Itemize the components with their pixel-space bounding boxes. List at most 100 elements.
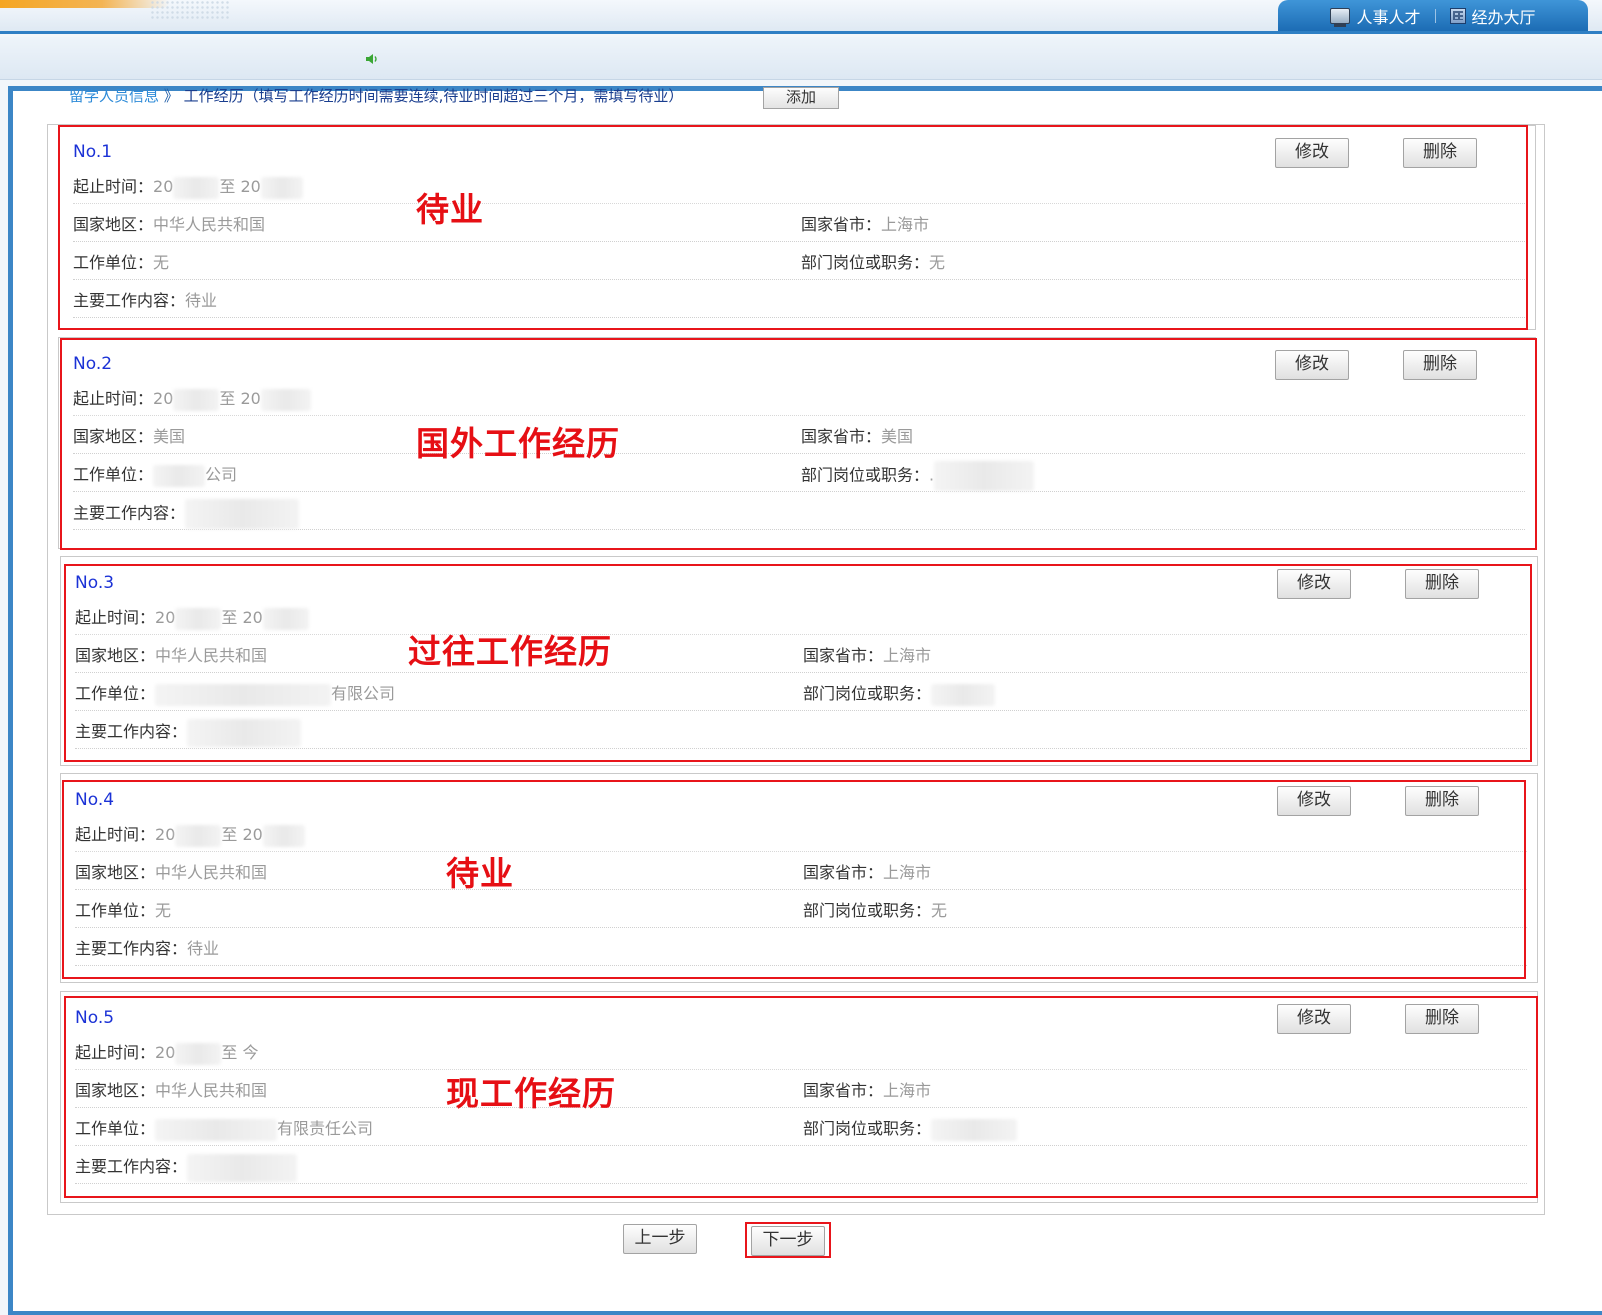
country-row: 国家地区：美国 国家省市：美国 xyxy=(73,416,1525,454)
redacted-value xyxy=(173,176,220,199)
employer-label: 工作单位： xyxy=(75,901,156,920)
employer-value: 公司 xyxy=(205,465,238,484)
edit-button[interactable]: 修改 xyxy=(1277,569,1351,599)
redacted-value xyxy=(153,464,206,487)
country-value: 中华人民共和国 xyxy=(155,1081,268,1100)
period-label: 起止时间： xyxy=(75,825,156,844)
annotation-label: 过往工作经历 xyxy=(408,632,612,671)
duties-value: 待业 xyxy=(185,291,218,310)
record-number: No.2 xyxy=(73,354,113,374)
position-label: 部门岗位或职务： xyxy=(803,684,932,703)
edit-button[interactable]: 修改 xyxy=(1277,786,1351,816)
tab-separator xyxy=(1434,8,1436,23)
delete-button[interactable]: 删除 xyxy=(1405,786,1479,816)
end-date: 20 xyxy=(242,608,263,627)
edit-button[interactable]: 修改 xyxy=(1275,350,1349,380)
country-value: 中华人民共和国 xyxy=(155,646,268,665)
redacted-value xyxy=(173,388,220,411)
province-value: 美国 xyxy=(881,427,914,446)
record-number: No.3 xyxy=(75,573,115,593)
position-label: 部门岗位或职务： xyxy=(801,253,930,272)
country-label: 国家地区： xyxy=(75,1081,156,1100)
top-tab-service-hall[interactable]: 经办大厅 xyxy=(1449,4,1536,28)
add-button[interactable]: 添加 xyxy=(763,87,839,109)
duties-row: 主要工作内容：待业 xyxy=(75,928,1527,966)
edit-button[interactable]: 修改 xyxy=(1277,1004,1351,1034)
duties-label: 主要工作内容： xyxy=(75,722,188,741)
previous-step-button[interactable]: 上一步 xyxy=(623,1224,697,1254)
redacted-value xyxy=(187,1153,298,1182)
redacted-value xyxy=(185,499,300,529)
delete-button[interactable]: 删除 xyxy=(1403,350,1477,380)
employer-value: 有限责任公司 xyxy=(277,1119,374,1138)
country-row: 国家地区：中华人民共和国 国家省市：上海市 xyxy=(75,1070,1527,1108)
building-icon xyxy=(1449,7,1466,24)
duties-label: 主要工作内容： xyxy=(73,291,186,310)
employer-label: 工作单位： xyxy=(73,253,154,272)
period-label: 起止时间： xyxy=(75,608,156,627)
redacted-value xyxy=(175,824,222,847)
period-row: 起止时间：20 至 20 xyxy=(75,814,1527,852)
start-date: 20 xyxy=(155,825,176,844)
delete-button[interactable]: 删除 xyxy=(1405,1004,1479,1034)
end-date: 20 xyxy=(240,177,261,196)
period-row: 起止时间：20 至 今 xyxy=(75,1032,1527,1070)
redacted-value xyxy=(187,718,302,747)
period-label: 起止时间： xyxy=(73,389,154,408)
to-label: 至 xyxy=(221,1043,238,1062)
position-value: 无 xyxy=(931,901,948,920)
speaker-icon[interactable] xyxy=(365,53,379,65)
duties-value: 待业 xyxy=(187,939,220,958)
to-label: 至 xyxy=(221,825,238,844)
province-value: 上海市 xyxy=(883,863,932,882)
employer-label: 工作单位： xyxy=(75,1119,156,1138)
next-step-button[interactable]: 下一步 xyxy=(751,1226,825,1256)
logo-decoration xyxy=(150,0,230,20)
top-tab-hr-talent[interactable]: 人事人才 xyxy=(1330,4,1421,28)
employer-value: 无 xyxy=(155,901,172,920)
duties-row: 主要工作内容： xyxy=(75,711,1527,749)
site-logo xyxy=(0,0,170,8)
country-label: 国家地区： xyxy=(75,863,156,882)
duties-label: 主要工作内容： xyxy=(75,1157,188,1176)
country-label: 国家地区： xyxy=(73,427,154,446)
employer-value: 有限公司 xyxy=(331,684,396,703)
main-panel: 留学人员信息 》 工作经历（填写工作经历时间需要连续,待业时间超过三个月，需填写… xyxy=(8,86,1602,1315)
province-label: 国家省市： xyxy=(803,646,884,665)
period-label: 起止时间： xyxy=(73,177,154,196)
country-row: 国家地区：中华人民共和国 国家省市：上海市 xyxy=(75,852,1527,890)
redacted-value xyxy=(260,388,311,411)
top-tab-service-hall-label: 经办大厅 xyxy=(1471,7,1536,27)
employer-row: 工作单位： 公司 部门岗位或职务：. xyxy=(73,454,1525,492)
period-label: 起止时间： xyxy=(75,1043,156,1062)
country-value: 中华人民共和国 xyxy=(155,863,268,882)
redacted-value xyxy=(262,824,305,847)
secondary-bar xyxy=(0,37,1602,80)
start-date: 20 xyxy=(153,389,174,408)
country-label: 国家地区： xyxy=(73,215,154,234)
duties-row: 主要工作内容：待业 xyxy=(73,280,1525,318)
delete-button[interactable]: 删除 xyxy=(1405,569,1479,599)
experience-record-5: No.5 修改 删除 起止时间：20 至 今 国家地区：中华人民共和国 国家省市：… xyxy=(60,991,1538,1203)
delete-button[interactable]: 删除 xyxy=(1403,138,1477,168)
redacted-value xyxy=(931,1118,1018,1141)
annotation-label: 待业 xyxy=(446,854,514,893)
redacted-value xyxy=(175,607,222,630)
country-label: 国家地区： xyxy=(75,646,156,665)
top-tab-hr-talent-label: 人事人才 xyxy=(1356,7,1421,27)
monitor-icon xyxy=(1330,7,1351,27)
start-date: 20 xyxy=(155,608,176,627)
annotation-label: 现工作经历 xyxy=(446,1074,616,1113)
employer-label: 工作单位： xyxy=(73,465,154,484)
country-value: 中华人民共和国 xyxy=(153,215,266,234)
experience-record-4: No.4 修改 删除 起止时间：20 至 20 国家地区：中华人民共和国 国家省市… xyxy=(60,773,1538,983)
section-category: 留学人员信息 xyxy=(69,87,160,105)
edit-button[interactable]: 修改 xyxy=(1275,138,1349,168)
province-value: 上海市 xyxy=(883,1081,932,1100)
start-date: 20 xyxy=(155,1043,176,1062)
redacted-value xyxy=(260,176,303,199)
duties-row: 主要工作内容： xyxy=(73,492,1525,530)
duties-row: 主要工作内容： xyxy=(75,1146,1527,1184)
employer-row: 工作单位： 有限责任公司 部门岗位或职务： xyxy=(75,1108,1527,1146)
experience-record-2: No.2 修改 删除 起止时间：20 至 20 国家地区：美国 国家省市：美国 工… xyxy=(58,337,1536,549)
